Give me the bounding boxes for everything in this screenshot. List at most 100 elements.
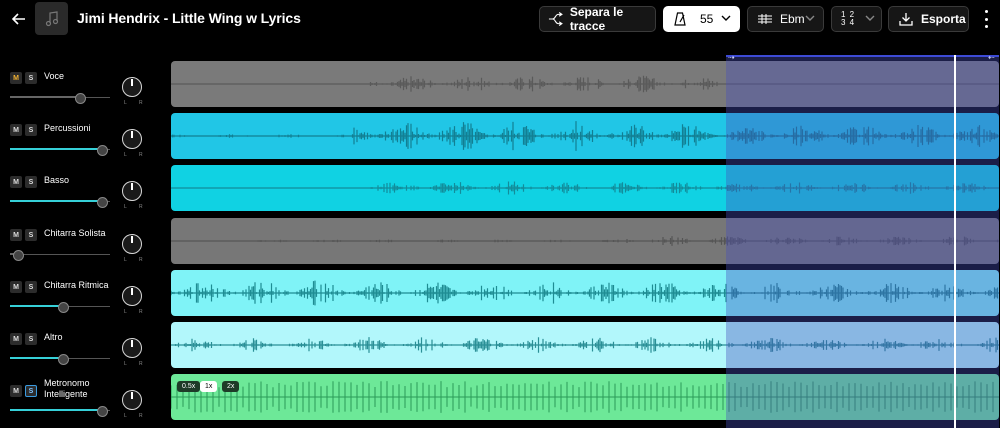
chevron-down-icon xyxy=(805,15,815,21)
more-options-icon[interactable] xyxy=(982,10,990,28)
waveform xyxy=(171,337,999,353)
track-controls: M S Metronomo Intelligente L R xyxy=(0,374,170,424)
volume-thumb[interactable] xyxy=(58,354,69,365)
waveform-lane[interactable] xyxy=(171,165,999,211)
mute-button[interactable]: M xyxy=(10,333,22,345)
back-button[interactable] xyxy=(8,8,30,30)
volume-thumb[interactable] xyxy=(97,406,108,417)
volume-slider[interactable] xyxy=(10,93,110,104)
key-value: Ebm xyxy=(780,12,805,26)
pan-knob[interactable] xyxy=(122,286,142,306)
metronome-icon xyxy=(674,12,686,26)
pan-knob[interactable] xyxy=(122,234,142,254)
arrow-left-icon xyxy=(12,13,25,25)
waveform-lane[interactable] xyxy=(171,61,999,107)
waveform xyxy=(171,280,999,306)
volume-fill xyxy=(10,200,102,202)
volume-thumb[interactable] xyxy=(97,145,108,156)
solo-button[interactable]: S xyxy=(25,72,37,84)
track-name: Metronomo Intelligente xyxy=(44,378,90,399)
download-icon xyxy=(899,13,913,26)
track-row: M S Basso L R xyxy=(0,165,1000,215)
track-name: Voce xyxy=(44,71,65,81)
volume-slider[interactable] xyxy=(10,354,110,365)
mute-button[interactable]: M xyxy=(10,281,22,293)
waveform xyxy=(171,381,999,413)
waveform-lane[interactable] xyxy=(171,113,999,159)
solo-button[interactable]: S xyxy=(25,281,37,293)
pan-right-label: R xyxy=(139,152,143,158)
music-note-icon xyxy=(45,10,58,26)
solo-button[interactable]: S xyxy=(25,385,37,397)
volume-thumb[interactable] xyxy=(97,197,108,208)
volume-rail xyxy=(10,254,110,255)
pan-knob[interactable] xyxy=(122,181,142,201)
waveform-lane[interactable] xyxy=(171,270,999,316)
waveform-lane[interactable]: 0.5x 1x 2x xyxy=(171,374,999,420)
track-name: Chitarra Solista xyxy=(44,228,106,238)
track-row: M S Altro L R xyxy=(0,322,1000,372)
pan-knob[interactable] xyxy=(122,338,142,358)
solo-button[interactable]: S xyxy=(25,124,37,136)
time-signature-icon: 1 2 3 4 xyxy=(841,11,855,27)
track-row: M S Voce L R xyxy=(0,61,1000,111)
pan-right-label: R xyxy=(139,413,143,419)
export-button[interactable]: Esporta xyxy=(888,6,969,32)
volume-slider[interactable] xyxy=(10,145,110,156)
solo-button[interactable]: S xyxy=(25,229,37,241)
track-name: Chitarra Ritmica xyxy=(44,280,109,290)
track-name: Percussioni xyxy=(44,123,91,133)
playhead[interactable] xyxy=(954,55,956,428)
track-row: M S Chitarra Solista L R xyxy=(0,218,1000,268)
pan-knob[interactable] xyxy=(122,77,142,97)
pan-left-label: L xyxy=(124,309,127,315)
mute-button[interactable]: M xyxy=(10,72,22,84)
mute-button[interactable]: M xyxy=(10,124,22,136)
pan-left-label: L xyxy=(124,100,127,106)
top-bar: Jimi Hendrix - Little Wing w Lyrics Sepa… xyxy=(0,0,1000,38)
volume-slider[interactable] xyxy=(10,197,110,208)
loop-end-handle[interactable]: ⇠ xyxy=(988,53,995,62)
track-controls: M S Chitarra Solista L R xyxy=(0,218,170,268)
pan-right-label: R xyxy=(139,309,143,315)
solo-button[interactable]: S xyxy=(25,333,37,345)
pan-left-label: L xyxy=(124,204,127,210)
loop-start-handle[interactable]: ⇢ xyxy=(728,53,735,62)
pan-right-label: R xyxy=(139,257,143,263)
volume-slider[interactable] xyxy=(10,250,110,261)
track-controls: M S Voce L R xyxy=(0,61,170,111)
separate-tracks-button[interactable]: Separa le tracce xyxy=(539,5,656,33)
volume-thumb[interactable] xyxy=(13,250,24,261)
key-selector[interactable]: Ebm xyxy=(747,6,824,32)
track-name: Altro xyxy=(44,332,63,342)
waveform xyxy=(171,75,999,93)
track-controls: M S Chitarra Ritmica L R xyxy=(0,270,170,320)
pan-knob[interactable] xyxy=(122,129,142,149)
solo-button[interactable]: S xyxy=(25,176,37,188)
pan-knob[interactable] xyxy=(122,390,142,410)
metronome-speed-2[interactable]: 2x xyxy=(222,381,240,392)
track-row: M S Percussioni L R xyxy=(0,113,1000,163)
metronome-speed-1[interactable]: 1x xyxy=(200,381,218,392)
volume-slider[interactable] xyxy=(10,406,110,417)
volume-slider[interactable] xyxy=(10,302,110,313)
track-row: M S Metronomo Intelligente L R 0.5x 1x 2x xyxy=(0,374,1000,424)
time-signature-selector[interactable]: 1 2 3 4 xyxy=(831,6,882,32)
mute-button[interactable]: M xyxy=(10,229,22,241)
volume-thumb[interactable] xyxy=(58,302,69,313)
waveform xyxy=(171,181,999,195)
metronome-speed-0[interactable]: 0.5x xyxy=(177,381,201,392)
pan-left-label: L xyxy=(124,361,127,367)
tempo-selector[interactable]: 55 xyxy=(663,6,740,32)
volume-fill xyxy=(10,305,63,307)
mute-button[interactable]: M xyxy=(10,176,22,188)
waveform xyxy=(171,121,999,151)
song-cover xyxy=(35,2,68,35)
mute-button[interactable]: M xyxy=(10,385,22,397)
key-signature-icon xyxy=(758,14,772,24)
export-label: Esporta xyxy=(921,12,966,26)
waveform-lane[interactable] xyxy=(171,322,999,368)
volume-fill xyxy=(10,148,102,150)
waveform-lane[interactable] xyxy=(171,218,999,264)
volume-thumb[interactable] xyxy=(75,93,86,104)
